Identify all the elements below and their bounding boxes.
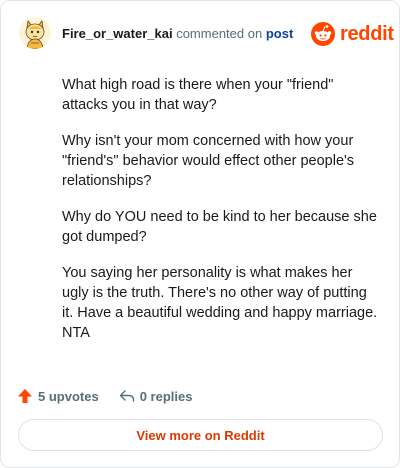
upvote-arrow-icon (18, 389, 32, 403)
reddit-wordmark: reddit (340, 23, 394, 45)
comment-paragraph: What high road is there when your "frien… (62, 77, 334, 113)
comment-paragraph: Why isn't your mom concerned with how yo… (62, 133, 355, 189)
reddit-embed-card: Fire_or_water_kai commented on post redd… (0, 0, 400, 468)
comment-action-text: commented on (176, 26, 263, 41)
upvote-button[interactable]: 5 upvotes (17, 388, 99, 404)
reply-button[interactable]: 0 replies (119, 388, 193, 404)
comment-header: Fire_or_water_kai commented on post redd… (1, 1, 399, 67)
comment-meta: Fire_or_water_kai commented on post (62, 26, 293, 42)
comment-body: What high road is there when your "frien… (62, 75, 382, 359)
comment-paragraph: You saying her personality is what makes… (62, 265, 378, 341)
comment-paragraph: Why do YOU need to be kind to her becaus… (62, 209, 377, 245)
view-more-button[interactable]: View more on Reddit (18, 419, 383, 451)
avatar[interactable] (19, 17, 51, 49)
upvote-count: 5 upvotes (38, 388, 99, 404)
post-link[interactable]: post (266, 26, 293, 41)
user-avatar-icon (19, 17, 51, 49)
reply-arrow-icon (119, 390, 134, 402)
comment-actions: 5 upvotes 0 replies (17, 385, 212, 407)
reply-count: 0 replies (139, 388, 193, 404)
username[interactable]: Fire_or_water_kai (62, 26, 173, 41)
reddit-snoo-icon (311, 22, 335, 46)
reddit-logo[interactable]: reddit (311, 22, 394, 46)
